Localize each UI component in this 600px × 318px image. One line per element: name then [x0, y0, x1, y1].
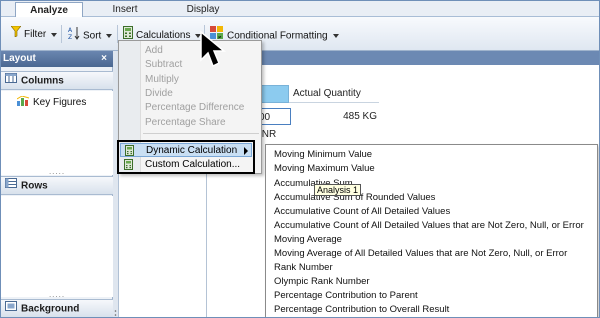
columns-icon: [5, 72, 17, 90]
dynamic-calculation-submenu: Moving Minimum Value Moving Maximum Valu…: [265, 144, 598, 317]
tab-analyze[interactable]: Analyze: [15, 2, 83, 18]
tab-insert[interactable]: Insert: [85, 2, 165, 17]
submenu-item[interactable]: Accumulative Count of All Detailed Value…: [274, 220, 584, 231]
background-label: Background: [21, 303, 80, 315]
submenu-item[interactable]: Accumulative Count of All Detailed Value…: [274, 206, 450, 217]
submenu-item[interactable]: Moving Maximum Value: [274, 163, 375, 174]
chevron-down-icon: [106, 34, 113, 38]
filter-button[interactable]: Filter: [10, 25, 58, 43]
chevron-down-icon: [332, 34, 339, 38]
background-section-header[interactable]: Background: [1, 299, 113, 317]
crosstab-cell-quantity[interactable]: 485 KG: [331, 108, 377, 125]
submenu-item[interactable]: Moving Minimum Value: [274, 149, 372, 160]
menu-item-percentage-share: Percentage Share: [145, 117, 226, 128]
toolbar: Filter A Z Sort Calculations ≠ Condition…: [1, 17, 599, 51]
toolbar-separator: [61, 25, 62, 43]
rows-label: Rows: [21, 180, 48, 192]
sort-icon: A Z: [68, 26, 80, 46]
layout-panel-header: Layout ×: [1, 51, 113, 67]
filter-icon: [10, 25, 22, 43]
rows-section-body: [1, 196, 113, 297]
rows-icon: [5, 177, 17, 195]
background-icon: [5, 300, 17, 317]
filter-label: Filter: [24, 29, 47, 41]
menu-item-divide: Divide: [145, 88, 173, 99]
chevron-down-icon: [51, 32, 58, 37]
crosstab-header-cell[interactable]: [261, 85, 289, 103]
section-resize-grip[interactable]: .....: [47, 168, 67, 176]
columns-label: Columns: [21, 75, 64, 87]
menu-item-subtract: Subtract: [145, 59, 183, 70]
submenu-item[interactable]: Percentage Contribution to Parent: [274, 290, 418, 301]
crosstab-header-actual-quantity[interactable]: Actual Quantity: [289, 85, 379, 103]
section-resize-grip[interactable]: .....: [47, 291, 67, 299]
submenu-item[interactable]: Percentage Contribution to Overall Resul…: [274, 304, 449, 315]
rows-section-header[interactable]: Rows: [1, 176, 113, 195]
menu-item-add: Add: [145, 45, 163, 56]
highlight-frame: [117, 140, 255, 174]
layout-panel: Layout × Columns ..... Rows ..... Backgr…: [1, 51, 113, 317]
columns-section-header[interactable]: Columns: [1, 71, 113, 90]
sort-label: Sort: [83, 30, 102, 42]
menu-item-multiply: Multiply: [145, 74, 179, 85]
layout-panel-title: Layout: [3, 53, 36, 64]
close-icon[interactable]: ×: [101, 51, 107, 67]
tab-display[interactable]: Display: [167, 2, 239, 17]
menu-separator: [143, 133, 259, 134]
arrow-cursor-icon: [200, 30, 227, 68]
submenu-item[interactable]: Olympic Rank Number: [274, 276, 370, 287]
ribbon-tabbar: Analyze Insert Display: [1, 1, 599, 18]
submenu-item[interactable]: Rank Number: [274, 262, 333, 273]
svg-text:A: A: [68, 27, 73, 34]
tooltip: Analysis 1: [314, 184, 362, 196]
submenu-item[interactable]: Moving Average: [274, 234, 342, 245]
app-window: Analyze Insert Display Filter A Z Sort C…: [0, 0, 600, 318]
submenu-item[interactable]: Moving Average of All Detailed Values th…: [274, 248, 567, 259]
crosstab-cell-value[interactable]: 00 INR: [257, 108, 291, 140]
key-figures-icon: [16, 95, 30, 109]
splitter-grip-icon: [114, 310, 117, 316]
svg-text:Z: Z: [68, 34, 72, 40]
sort-button[interactable]: A Z Sort: [68, 26, 113, 42]
menu-item-percentage-difference: Percentage Difference: [145, 102, 245, 113]
key-figures-label: Key Figures: [33, 97, 87, 109]
key-figures-item[interactable]: Key Figures: [16, 95, 87, 109]
